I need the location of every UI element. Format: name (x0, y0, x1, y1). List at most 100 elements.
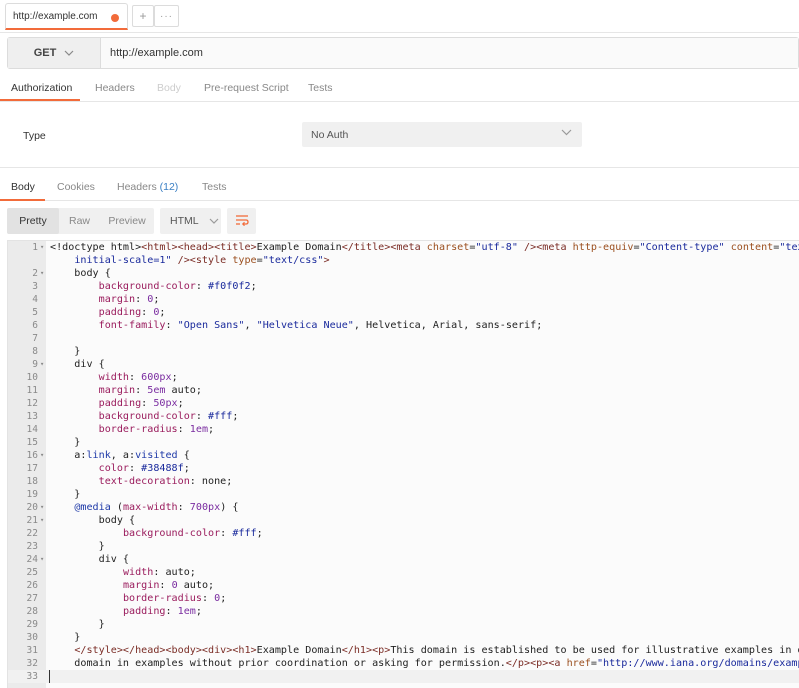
code-text: background-color: #fff; (122, 528, 263, 539)
code-line: 12 padding: 50px; (8, 397, 799, 410)
format-value: HTML (170, 215, 199, 227)
preview-button[interactable]: Preview (100, 208, 154, 234)
tab-authorization[interactable]: Authorization (11, 82, 72, 94)
response-tab-cookies[interactable]: Cookies (57, 181, 95, 193)
auth-type-label: Type (23, 130, 46, 142)
code-text: </style></head><body><div><h1>Example Do… (74, 645, 799, 656)
code-text: margin: 0 auto; (122, 580, 215, 591)
code-text: body { (50, 515, 136, 526)
code-text: } (50, 541, 105, 552)
code-line: 29 } (8, 618, 799, 631)
chevron-down-icon (64, 48, 74, 59)
code-text: } (50, 437, 81, 448)
active-response-tab-indicator (0, 199, 45, 201)
auth-type-select[interactable]: No Auth (302, 122, 582, 147)
code-line: 30 } (8, 631, 799, 644)
code-text: div { (50, 359, 105, 370)
line-number: 4 (32, 294, 38, 305)
line-number: 2 (32, 268, 38, 279)
line-number: 1 (32, 242, 38, 253)
text-cursor (49, 670, 50, 683)
response-tab-tests[interactable]: Tests (202, 181, 227, 193)
code-text: initial-scale=1" /><style type="text/css… (74, 255, 330, 266)
line-number: 29 (26, 619, 38, 630)
line-number: 28 (26, 606, 38, 617)
code-text: width: 600px; (98, 372, 178, 383)
more-tabs-button[interactable]: ··· (154, 5, 179, 27)
fold-arrow-icon[interactable]: ▾ (40, 501, 44, 514)
response-tab-headers[interactable]: Headers (12) (117, 181, 178, 193)
code-line: 18 text-decoration: none; (8, 475, 799, 488)
code-text: border-radius: 0; (122, 593, 227, 604)
code-text: <!doctype html><html><head><title>Exampl… (50, 242, 799, 253)
wrap-lines-button[interactable] (227, 208, 256, 234)
authorization-panel: Type No Auth (0, 103, 799, 168)
request-tab-title: http://example.com (13, 10, 98, 22)
tab-pre-request-script[interactable]: Pre-request Script (204, 82, 289, 94)
line-number: 23 (26, 541, 38, 552)
method-select[interactable]: GET (8, 38, 101, 68)
request-tab-strip: http://example.com + ··· (0, 0, 799, 33)
code-text: div { (50, 554, 130, 565)
tab-body[interactable]: Body (157, 82, 181, 94)
url-input[interactable] (101, 38, 798, 68)
line-number: 15 (26, 437, 38, 448)
code-line: 10 width: 600px; (8, 371, 799, 384)
request-tabs: Authorization Headers Body Pre-request S… (0, 74, 799, 102)
fold-arrow-icon[interactable]: ▾ (40, 514, 44, 527)
line-number: 21 (26, 515, 38, 526)
code-line: 22 background-color: #fff; (8, 527, 799, 540)
code-line: 21 ▾ body { (8, 514, 799, 527)
line-number: 13 (26, 411, 38, 422)
code-line: initial-scale=1" /><style type="text/css… (8, 254, 799, 267)
code-line: 15 } (8, 436, 799, 449)
code-text: padding: 0; (98, 307, 166, 318)
line-number: 8 (32, 346, 38, 357)
line-number: 33 (26, 671, 38, 682)
code-text: font-family: "Open Sans", "Helvetica Neu… (98, 320, 543, 331)
response-tabs: Body Cookies Headers (12) Tests (0, 170, 799, 201)
code-text: padding: 50px; (98, 398, 184, 409)
line-number: 18 (26, 476, 38, 487)
new-tab-button[interactable]: + (132, 5, 154, 27)
code-text: } (50, 346, 81, 357)
line-number: 27 (26, 593, 38, 604)
code-text: background-color: #fff; (98, 411, 239, 422)
unsaved-dot-icon (111, 14, 119, 22)
code-text: } (50, 632, 81, 643)
line-number: 12 (26, 398, 38, 409)
tab-tests[interactable]: Tests (308, 82, 333, 94)
code-line: 17 color: #38488f; (8, 462, 799, 475)
code-line: 26 margin: 0 auto; (8, 579, 799, 592)
response-tab-body[interactable]: Body (11, 181, 35, 193)
fold-arrow-icon[interactable]: ▾ (40, 358, 44, 371)
code-line: 32 domain in examples without prior coor… (8, 657, 799, 670)
line-number: 16 (26, 450, 38, 461)
fold-arrow-icon[interactable]: ▾ (40, 241, 44, 254)
code-line: 28 padding: 1em; (8, 605, 799, 618)
line-number: 20 (26, 502, 38, 513)
code-line: 11 margin: 5em auto; (8, 384, 799, 397)
line-number: 3 (32, 281, 38, 292)
fold-arrow-icon[interactable]: ▾ (40, 553, 44, 566)
request-tab[interactable]: http://example.com (5, 3, 128, 30)
view-mode-toggle: Pretty Raw Preview (7, 208, 154, 234)
tab-headers[interactable]: Headers (95, 82, 135, 94)
response-headers-count: (12) (159, 181, 179, 193)
format-select[interactable]: HTML (160, 208, 221, 234)
line-number: 11 (26, 385, 38, 396)
fold-arrow-icon[interactable]: ▾ (40, 267, 44, 280)
response-body-editor[interactable]: 1 ▾ <!doctype html><html><head><title>Exam… (7, 240, 799, 688)
fold-arrow-icon[interactable]: ▾ (40, 449, 44, 462)
raw-button[interactable]: Raw (59, 208, 100, 234)
line-number: 26 (26, 580, 38, 591)
code-text: padding: 1em; (122, 606, 202, 617)
pretty-button[interactable]: Pretty (7, 208, 59, 234)
code-line: 3 background-color: #f0f0f2; (8, 280, 799, 293)
code-text: margin: 5em auto; (98, 385, 202, 396)
line-number: 19 (26, 489, 38, 500)
code-text: @media (max-width: 700px) { (74, 502, 239, 513)
code-line: 5 padding: 0; (8, 306, 799, 319)
line-number: 24 (26, 554, 38, 565)
line-number: 22 (26, 528, 38, 539)
